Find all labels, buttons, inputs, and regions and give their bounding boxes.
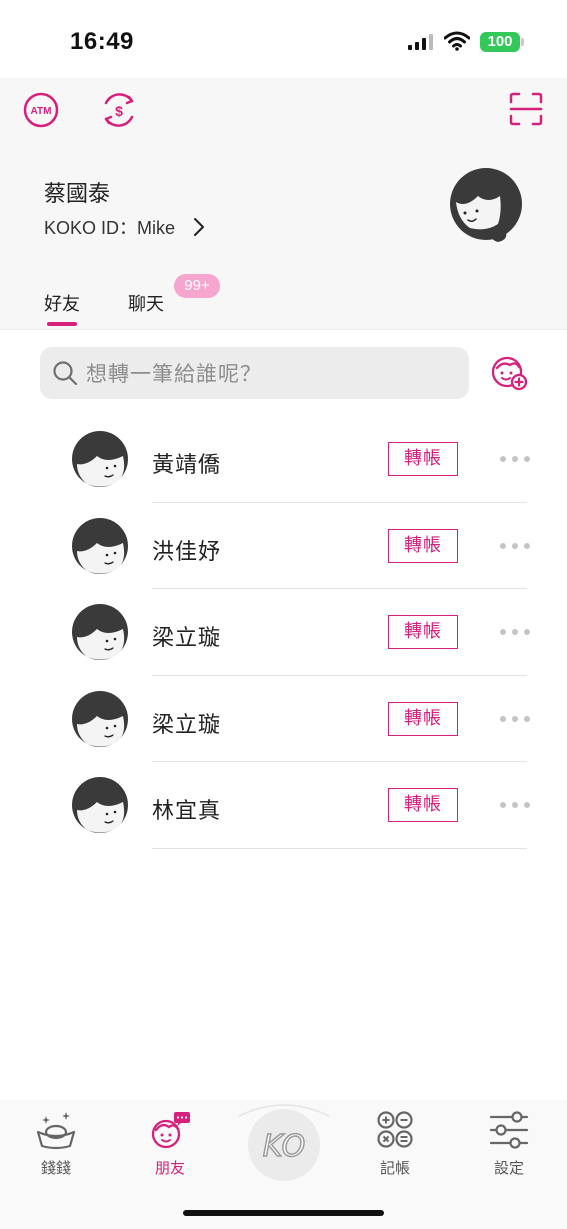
friend-name: 林宜真 [152, 798, 222, 824]
active-tab-indicator [47, 322, 77, 326]
friend-avatar [72, 690, 128, 747]
nav-settings[interactable]: 設定 [469, 1110, 549, 1178]
tab-friends[interactable]: 好友 [44, 290, 80, 316]
scan-icon[interactable] [509, 92, 543, 126]
nav-ledger[interactable]: 記帳 [355, 1110, 435, 1178]
friend-avatar [72, 777, 128, 834]
friend-row[interactable]: 黃靖僑 轉帳 [0, 416, 567, 503]
more-options-icon[interactable] [500, 797, 530, 813]
chevron-right-icon [194, 218, 205, 236]
transfer-button[interactable]: 轉帳 [388, 528, 458, 563]
home-indicator [183, 1210, 384, 1216]
transfer-button[interactable]: 轉帳 [388, 701, 458, 736]
nav-money-label: 錢錢 [40, 1160, 71, 1177]
friend-name: 洪佳妤 [152, 538, 222, 564]
friend-row[interactable]: 梁立璇 轉帳 [0, 589, 567, 676]
nav-ledger-label: 記帳 [379, 1160, 410, 1177]
sliders-icon [489, 1111, 529, 1149]
koko-id-link[interactable]: KOKO ID：Mike [44, 214, 205, 240]
more-options-icon[interactable] [500, 624, 530, 640]
atm-icon-text: ATM [31, 106, 52, 117]
profile-avatar[interactable] [448, 166, 524, 242]
tab-chat[interactable]: 聊天 [128, 290, 164, 316]
user-name: 蔡國泰 [44, 181, 111, 206]
atm-icon[interactable]: ATM [22, 91, 60, 129]
nav-settings-label: 設定 [493, 1160, 524, 1177]
friend-name: 梁立璇 [152, 711, 222, 737]
gold-ingot-icon [36, 1112, 76, 1150]
nav-friends[interactable]: 朋友 [130, 1110, 210, 1178]
svg-text:$: $ [115, 103, 123, 119]
add-friend-icon[interactable] [490, 355, 528, 391]
more-options-icon[interactable] [500, 451, 530, 467]
search-input[interactable]: 想轉一筆給誰呢？ [40, 347, 469, 399]
more-options-icon[interactable] [500, 711, 530, 727]
cellular-signal-icon [408, 34, 433, 50]
transfer-button[interactable]: 轉帳 [388, 615, 458, 650]
battery-indicator: 100 [480, 32, 524, 52]
status-time: 16:49 [70, 28, 134, 55]
friend-avatar [72, 431, 128, 487]
transfer-button[interactable]: 轉帳 [388, 442, 458, 476]
status-bar: 16:49 100 [0, 0, 567, 78]
transfer-button[interactable]: 轉帳 [388, 788, 458, 823]
friends-chat-icon [151, 1112, 190, 1149]
koko-id-text: KOKO ID：Mike [44, 218, 176, 238]
chat-unread-badge: 99+ [174, 274, 220, 298]
friend-row[interactable]: 洪佳妤 轉帳 [0, 503, 567, 590]
nav-money[interactable]: 錢錢 [16, 1110, 96, 1178]
profile-header: ATM $ 蔡國泰 KOKO ID：Mike 好友 聊天 99+ [0, 78, 567, 330]
row-divider [152, 847, 527, 849]
friend-avatar [72, 517, 128, 574]
friend-row[interactable]: 梁立璇 轉帳 [0, 676, 567, 763]
wifi-icon [444, 31, 470, 51]
friend-name: 黃靖僑 [152, 452, 222, 477]
search-icon [53, 361, 78, 386]
more-options-icon[interactable] [500, 538, 530, 554]
friend-list: 黃靖僑 轉帳 洪佳妤 轉帳 梁立璇 轉帳 梁立璇 轉帳 林宜真 轉帳 [0, 416, 567, 849]
friend-name: 梁立璇 [152, 625, 222, 651]
ko-home-button[interactable]: KO [239, 1100, 329, 1190]
calculator-icon [377, 1111, 413, 1148]
friend-avatar [72, 604, 128, 661]
ko-logo-text: KO [263, 1129, 305, 1164]
nav-friends-label: 朋友 [154, 1160, 185, 1177]
currency-exchange-icon[interactable]: $ [98, 89, 140, 131]
search-placeholder: 想轉一筆給誰呢？ [86, 363, 262, 386]
friend-row[interactable]: 林宜真 轉帳 [0, 762, 567, 849]
